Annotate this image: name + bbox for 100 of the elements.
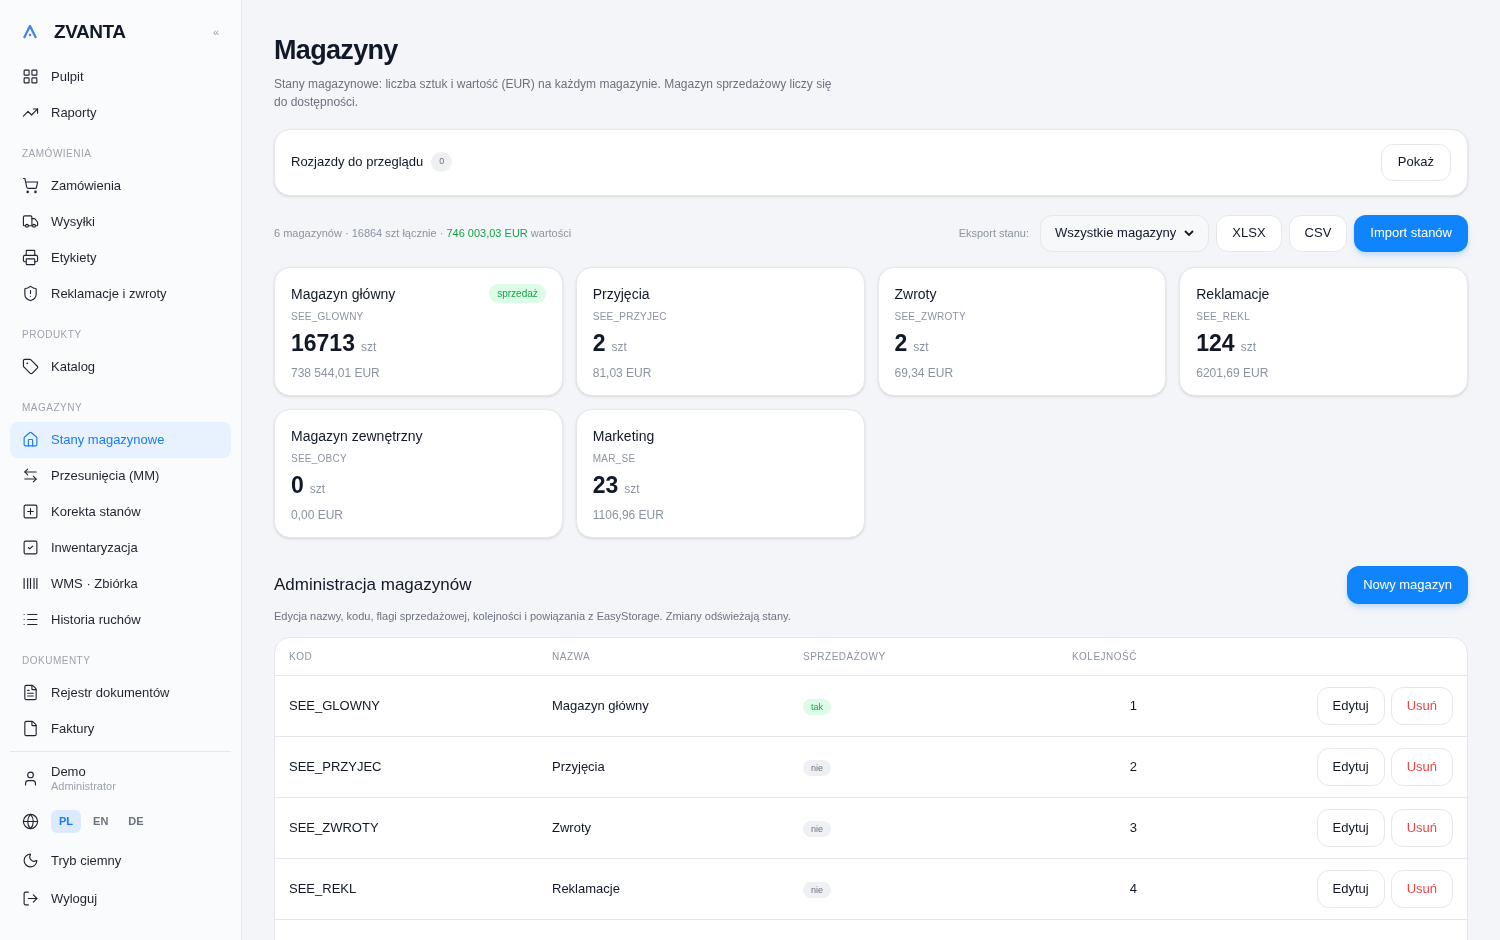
edit-button[interactable]: Edytuj [1316,809,1385,847]
nav-item[interactable]: Etykiety [10,239,231,276]
quantity-value: 124 [1196,331,1235,355]
column-header: SPRZEDAŻOWY [803,649,887,664]
table-cell-text: SEE_GLOWNY [289,697,382,716]
sales-flag: nie [803,882,831,899]
table-cell-text: 3 [1128,819,1137,838]
quantity-unit: szt [624,480,640,498]
grid-icon [22,68,39,85]
new-warehouse-button[interactable]: Nowy magazyn [1347,565,1468,604]
user-icon [22,770,39,787]
user-role: Administrator [51,779,116,794]
import-button[interactable]: Import stanów [1354,214,1468,252]
quantity-value: 2 [592,331,606,355]
column-header: KOD [289,650,314,664]
logout-icon [22,890,39,907]
table-cell-text: SEE_PRZYJEC [289,758,383,777]
nav-item[interactable]: Raporty [10,94,231,131]
nav-item[interactable]: Zamówienia [10,167,231,204]
table-cell-text: 2 [1128,758,1137,777]
warehouse-code: SEE_REKL [1196,309,1251,324]
warehouse-code: SEE_ZWROTY [894,309,967,324]
page-description: Stany magazynowe: liczba sztuk i wartość (EUR) na każdym magazynie. Magazyn sprzedażowy liczy się do dostępności. [274,75,833,111]
warehouse-name: Marketing [592,426,655,446]
nav-item[interactable]: Faktury [10,710,231,747]
nav-item[interactable]: Historia ruchów [10,601,231,638]
table-cell-text: Reklamacje [552,880,621,899]
nav-item[interactable]: Katalog [10,348,231,385]
user-name: Demo [51,763,87,780]
quantity-unit: szt [360,338,377,356]
table-cell-text: 1 [1128,697,1137,716]
warehouse-name: Magazyn główny [291,284,396,304]
edit-button[interactable]: Edytuj [1316,687,1385,725]
nav-item[interactable]: Stany magazynowe [10,421,231,458]
nav-item[interactable]: Korekta stanów [10,493,231,530]
delete-button[interactable]: Usuń [1390,748,1453,786]
warehouse-name: Reklamacje [1196,284,1270,304]
logout-link[interactable]: Wyloguj [10,879,231,918]
chevron-down-icon [1184,229,1195,237]
delete-button[interactable]: Usuń [1390,870,1453,908]
quantity-unit: szt [1240,338,1256,356]
sales-flag: tak [803,699,831,716]
export-button[interactable]: XLSX [1216,214,1282,252]
quantity-value: 23 [592,473,619,497]
list-icon [22,611,39,628]
table-cell-text: Magazyn główny [552,697,650,716]
quantity-value: 0 [291,473,304,497]
brand-logo: ZVANTA [54,20,126,44]
home-icon [22,431,39,448]
warehouse-name: Magazyn zewnętrzny [291,426,423,446]
nav-item[interactable]: Przesunięcia (MM) [10,457,231,494]
sales-tag: sprzedaż [489,283,546,303]
warehouse-name: Zwroty [894,284,937,304]
stock-value: 738 544,01 EUR [291,364,381,382]
nav-item[interactable]: Inwentaryzacja [10,529,231,566]
warehouse-code: SEE_GLOWNY [291,309,365,324]
delete-button[interactable]: Usuń [1390,809,1453,847]
nav-item[interactable]: Reklamacje i zwroty [10,275,231,312]
language-option[interactable]: DE [120,810,152,833]
stock-value: 0,00 EUR [291,506,345,524]
quantity-value: 2 [894,331,908,355]
dark-mode-toggle[interactable]: Tryb ciemny [10,841,231,880]
warehouse-select[interactable]: Wszystkie magazyny [1040,214,1210,252]
tag-icon [22,358,39,375]
show-button[interactable]: Pokaż [1380,143,1451,181]
barcode-icon [22,575,39,592]
arrows-icon [22,467,39,484]
stock-value: 69,34 EUR [894,364,955,382]
sales-flag: nie [803,821,831,838]
table-cell-text: 4 [1128,880,1137,899]
page-title: Magazyny [274,34,399,67]
nav-item[interactable]: Wysyłki [10,203,231,240]
quantity-unit: szt [309,480,326,498]
stock-value: 81,03 EUR [592,364,653,382]
table-cell-text: Przyjęcia [552,758,606,777]
stock-value: 6201,69 EUR [1196,364,1270,382]
adjust-icon [22,503,39,520]
table-cell-text: SEE_ZWROTY [289,819,380,838]
file-icon [22,720,39,737]
globe-icon [22,813,39,830]
delete-button[interactable]: Usuń [1390,687,1453,725]
nav-item[interactable]: WMS · Zbiórka [10,565,231,602]
moon-icon [22,852,39,869]
nav-item[interactable]: Rejestr dokumentów [10,674,231,711]
edit-button[interactable]: Edytuj [1316,870,1385,908]
column-header: KOLEJNOŚĆ [1070,649,1137,664]
cart-icon [22,177,39,194]
nav-section-heading: MAGAZYNY [21,400,84,415]
nav-item[interactable]: Pulpit [10,58,231,95]
warehouse-code: SEE_PRZYJEC [592,309,668,324]
nav-section-heading: DOKUMENTY [21,653,92,668]
warehouse-code: SEE_OBCY [291,451,348,466]
export-label: Eksport stanu: [958,225,1029,241]
edit-button[interactable]: Edytuj [1316,748,1385,786]
language-option[interactable]: EN [85,810,117,833]
stock-value: 1106,96 EUR [592,506,665,524]
export-button[interactable]: CSV [1288,214,1348,252]
count-badge: 0 [431,152,453,172]
summary-text: 6 magazynów · 16864 szt łącznie · 746 003,03 EUR wartości [274,225,572,241]
sales-flag: nie [803,760,831,777]
